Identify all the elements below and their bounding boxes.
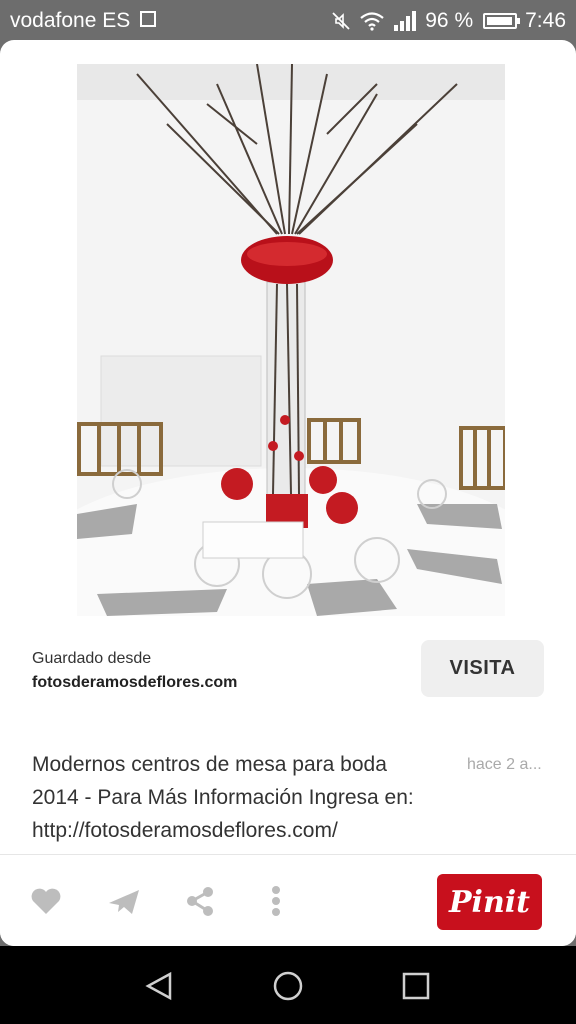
back-icon[interactable] — [140, 966, 180, 1006]
status-bar: vodafone ES 96 % 7:46 — [0, 0, 576, 40]
battery-level-fill — [487, 17, 513, 25]
share-icon[interactable] — [180, 881, 220, 921]
clock: 7:46 — [525, 9, 566, 32]
pin-timestamp: hace 2 a... — [467, 756, 542, 773]
recents-icon[interactable] — [396, 966, 436, 1006]
more-vertical-icon[interactable] — [256, 881, 296, 921]
visit-button[interactable]: VISITA — [421, 640, 544, 697]
pin-description: Modernos centros de mesa para boda 2014 … — [32, 753, 414, 854]
battery-percent: 96 % — [425, 9, 474, 32]
sim-icon — [140, 11, 156, 27]
battery-icon — [483, 13, 521, 29]
pin-card: Guardado desde fotosderamosdeflores.com … — [0, 40, 576, 946]
action-bar: Pinit — [0, 854, 576, 946]
wifi-icon — [360, 12, 384, 31]
signal-icon — [394, 11, 417, 31]
mute-icon — [332, 12, 350, 30]
pin-it-button[interactable]: Pinit — [437, 874, 542, 930]
home-icon[interactable] — [268, 966, 308, 1006]
pin-image[interactable] — [77, 64, 505, 616]
carrier-name: vodafone ES — [10, 9, 131, 32]
saved-from-label: Guardado desde — [32, 650, 152, 667]
navigation-bar — [0, 946, 576, 1024]
source-info: Guardado desde fotosderamosdeflores.com — [32, 650, 237, 692]
send-icon[interactable] — [104, 881, 144, 921]
heart-icon[interactable] — [26, 881, 66, 921]
source-domain-link[interactable]: fotosderamosdeflores.com — [32, 674, 237, 692]
